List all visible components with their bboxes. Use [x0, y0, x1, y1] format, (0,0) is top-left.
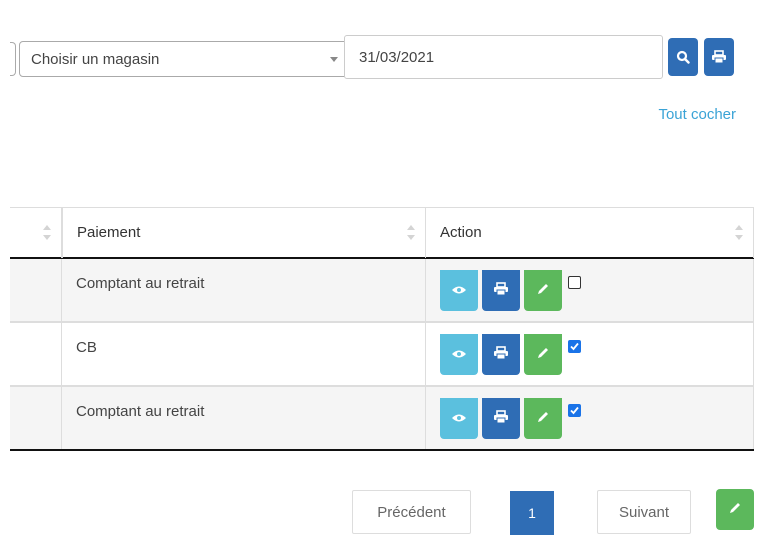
table-cell-paiement: CB: [62, 323, 426, 385]
store-select[interactable]: Choisir un magasin: [19, 41, 349, 77]
row-checkbox[interactable]: [568, 276, 581, 289]
print-icon: [711, 50, 727, 64]
previous-page-button[interactable]: Précédent: [352, 490, 471, 534]
pencil-icon: [536, 282, 550, 300]
print-icon: [493, 345, 509, 364]
row-checkbox[interactable]: [568, 404, 581, 417]
row-actions: [440, 334, 581, 375]
next-page-button[interactable]: Suivant: [597, 490, 691, 534]
print-button[interactable]: [482, 334, 520, 375]
column-header-paiement[interactable]: Paiement: [62, 208, 426, 258]
table-cell-action: [426, 259, 754, 321]
search-icon: [676, 50, 690, 64]
table-header: Paiement Action: [10, 207, 754, 259]
row-checkbox[interactable]: [568, 340, 581, 353]
orders-table: Paiement Action Comptant au retrait CB C…: [10, 207, 754, 451]
view-button[interactable]: [440, 334, 478, 375]
row-actions: [440, 270, 581, 311]
column-header-label: Paiement: [77, 224, 141, 241]
column-header-hidden[interactable]: [10, 208, 62, 258]
table-row: CB: [10, 323, 754, 387]
paiement-value: Comptant au retrait: [76, 275, 205, 292]
check-all-link[interactable]: Tout cocher: [658, 106, 736, 123]
pencil-icon: [536, 346, 550, 364]
previous-filter-edge[interactable]: [10, 42, 16, 76]
eye-icon: [451, 410, 467, 427]
table-cell: [10, 323, 62, 385]
store-select-value: Choisir un magasin: [31, 51, 160, 68]
table-cell-action: [426, 323, 754, 385]
sort-icon: [735, 225, 743, 240]
table-row: Comptant au retrait: [10, 259, 754, 323]
table-cell: [10, 387, 62, 449]
print-filter-button[interactable]: [704, 38, 734, 76]
edit-button[interactable]: [524, 398, 562, 439]
pencil-icon: [728, 501, 742, 519]
eye-icon: [451, 282, 467, 299]
table-cell-paiement: Comptant au retrait: [62, 387, 426, 449]
eye-icon: [451, 346, 467, 363]
view-button[interactable]: [440, 398, 478, 439]
table-cell-action: [426, 387, 754, 449]
print-icon: [493, 281, 509, 300]
print-button[interactable]: [482, 270, 520, 311]
table-cell-paiement: Comptant au retrait: [62, 259, 426, 321]
print-icon: [493, 409, 509, 428]
table-row: Comptant au retrait: [10, 387, 754, 451]
page-number-button[interactable]: 1: [510, 491, 554, 535]
chevron-down-icon: [330, 57, 338, 62]
table-cell: [10, 259, 62, 321]
view-button[interactable]: [440, 270, 478, 311]
column-header-action[interactable]: Action: [426, 208, 754, 258]
column-header-label: Action: [440, 224, 482, 241]
print-button[interactable]: [482, 398, 520, 439]
paiement-value: Comptant au retrait: [76, 403, 205, 420]
pencil-icon: [536, 410, 550, 428]
page: Choisir un magasin Tout cocher Paiement …: [10, 10, 764, 560]
sort-icon: [407, 225, 415, 240]
edit-button[interactable]: [524, 270, 562, 311]
paiement-value: CB: [76, 339, 97, 356]
edit-button[interactable]: [716, 489, 754, 530]
date-field[interactable]: [344, 35, 663, 79]
sort-icon: [43, 225, 51, 240]
row-actions: [440, 398, 581, 439]
search-button[interactable]: [668, 38, 698, 76]
edit-button[interactable]: [524, 334, 562, 375]
